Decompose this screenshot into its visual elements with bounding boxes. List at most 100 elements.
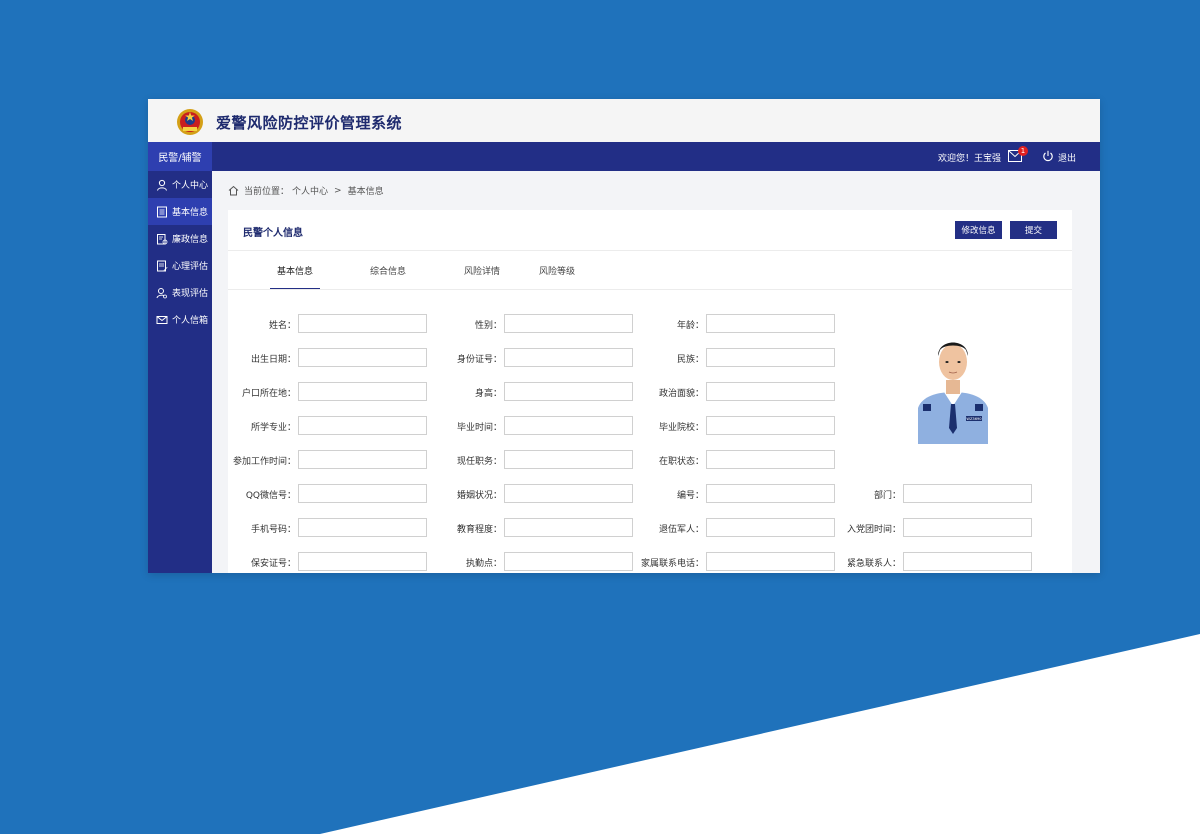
- mail-badge: 1: [1018, 146, 1028, 156]
- field-input[interactable]: [504, 450, 633, 469]
- clipboard-icon: [157, 233, 168, 244]
- home-icon[interactable]: [228, 185, 239, 196]
- id-photo: WZ3690: [908, 324, 998, 444]
- tab-comprehensive-info[interactable]: 综合信息: [370, 264, 406, 277]
- breadcrumb-separator: >: [334, 185, 342, 196]
- field-input[interactable]: [504, 416, 633, 435]
- edit-info-button[interactable]: 修改信息: [955, 221, 1002, 239]
- panel-title: 民警个人信息: [243, 228, 303, 239]
- field-label: 部门：: [873, 491, 901, 501]
- mail-icon: [156, 315, 168, 324]
- field-label: 性别：: [474, 321, 502, 331]
- field-label: 在职状态：: [658, 457, 704, 467]
- divider: [228, 250, 1072, 251]
- field-label: 所学专业：: [250, 423, 296, 433]
- sidebar-item-label: 个人信箱: [172, 316, 209, 326]
- breadcrumb: 当前位置： 个人中心 > 基本信息: [228, 184, 384, 197]
- sidebar-item-label: 表现评估: [172, 289, 209, 299]
- field-label: 身高：: [474, 389, 502, 399]
- field-input[interactable]: [504, 314, 633, 333]
- field-label: 手机号码：: [250, 525, 296, 535]
- field-input[interactable]: [504, 348, 633, 367]
- edit-list-icon: [157, 260, 168, 271]
- police-emblem-icon: [177, 109, 203, 135]
- top-bar: 欢迎您！王宝强 1 退出: [212, 142, 1100, 171]
- field-label: 执勤点：: [465, 559, 502, 569]
- tab-risk-details[interactable]: 风险详情: [464, 264, 500, 277]
- field-label: 户口所在地：: [241, 389, 296, 399]
- sidebar-item-mailbox[interactable]: 个人信箱: [148, 306, 212, 333]
- logout-link[interactable]: 退出: [1058, 151, 1076, 164]
- tab-risk-level[interactable]: 风险等级: [539, 264, 575, 277]
- user-search-icon: [156, 287, 167, 298]
- field-input[interactable]: [298, 382, 427, 401]
- field-input[interactable]: [504, 518, 633, 537]
- sidebar-item-basic-info[interactable]: 基本信息: [148, 198, 212, 225]
- field-label: 姓名：: [268, 321, 296, 331]
- field-input[interactable]: [903, 552, 1032, 571]
- field-label: QQ微信号：: [245, 491, 296, 501]
- sidebar-item-performance-assessment[interactable]: 表现评估: [148, 279, 212, 306]
- field-input[interactable]: [504, 552, 633, 571]
- police-number-badge: WZ3690: [966, 417, 982, 421]
- field-label: 保安证号：: [250, 559, 296, 569]
- breadcrumb-level2: 基本信息: [347, 187, 384, 197]
- divider: [228, 289, 1072, 290]
- field-input[interactable]: [706, 450, 835, 469]
- field-label: 年龄：: [676, 321, 704, 331]
- field-input[interactable]: [298, 552, 427, 571]
- sidebar-item-label: 廉政信息: [172, 235, 209, 245]
- field-input[interactable]: [298, 450, 427, 469]
- field-label: 现任职务：: [456, 457, 502, 467]
- field-label: 入党团时间：: [846, 525, 901, 535]
- field-label: 出生日期：: [250, 355, 296, 365]
- power-icon[interactable]: [1042, 150, 1054, 162]
- field-input[interactable]: [298, 348, 427, 367]
- app-title: 爱警风险防控评价管理系统: [216, 114, 403, 132]
- field-input[interactable]: [504, 382, 633, 401]
- title-bar: 爱警风险防控评价管理系统: [148, 99, 1100, 142]
- field-label: 编号：: [676, 491, 704, 501]
- sidebar-item-label: 基本信息: [172, 208, 209, 218]
- field-input[interactable]: [298, 416, 427, 435]
- field-input[interactable]: [706, 348, 835, 367]
- submit-button[interactable]: 提交: [1010, 221, 1057, 239]
- sidebar-item-psych-assessment[interactable]: 心理评估: [148, 252, 212, 279]
- sidebar-header[interactable]: 民警/辅警: [148, 142, 212, 171]
- info-panel: 民警个人信息 修改信息 提交 基本信息 综合信息 风险详情 风险等级 姓名： 性别…: [228, 210, 1072, 573]
- field-input[interactable]: [706, 382, 835, 401]
- breadcrumb-level1[interactable]: 个人中心: [292, 184, 328, 197]
- field-label: 家属联系电话：: [640, 559, 704, 569]
- field-label: 婚姻状况：: [456, 491, 502, 501]
- field-input[interactable]: [298, 484, 427, 503]
- document-icon: [157, 206, 167, 217]
- field-input[interactable]: [298, 518, 427, 537]
- app-window: 爱警风险防控评价管理系统 民警/辅警 个人中心 基本信息 廉政信息 心理评估 表…: [148, 99, 1100, 573]
- field-input[interactable]: [298, 314, 427, 333]
- field-input[interactable]: [706, 552, 835, 571]
- tab-basic-info[interactable]: 基本信息: [277, 264, 313, 277]
- sidebar-item-personal-center[interactable]: 个人中心: [148, 171, 212, 198]
- field-input[interactable]: [903, 518, 1032, 537]
- field-input[interactable]: [504, 484, 633, 503]
- welcome-text: 欢迎您！王宝强: [938, 154, 1002, 164]
- user-icon: [157, 179, 167, 191]
- field-input[interactable]: [706, 484, 835, 503]
- field-label: 退伍军人：: [658, 525, 704, 535]
- breadcrumb-prefix: 当前位置：: [244, 187, 290, 197]
- sidebar-item-integrity-info[interactable]: 廉政信息: [148, 225, 212, 252]
- field-label: 毕业院校：: [658, 423, 704, 433]
- field-input[interactable]: [706, 314, 835, 333]
- field-input[interactable]: [706, 416, 835, 435]
- field-label: 毕业时间：: [456, 423, 502, 433]
- field-label: 教育程度：: [456, 525, 502, 535]
- field-label: 身份证号：: [456, 355, 502, 365]
- field-label: 参加工作时间：: [232, 457, 296, 467]
- sidebar-item-label: 个人中心: [172, 181, 209, 191]
- sidebar-item-label: 心理评估: [172, 262, 209, 272]
- field-label: 紧急联系人：: [846, 559, 901, 569]
- sidebar: 民警/辅警 个人中心 基本信息 廉政信息 心理评估 表现评估 个人信箱: [148, 142, 212, 573]
- field-input[interactable]: [706, 518, 835, 537]
- field-label: 政治面貌：: [658, 389, 704, 399]
- field-input[interactable]: [903, 484, 1032, 503]
